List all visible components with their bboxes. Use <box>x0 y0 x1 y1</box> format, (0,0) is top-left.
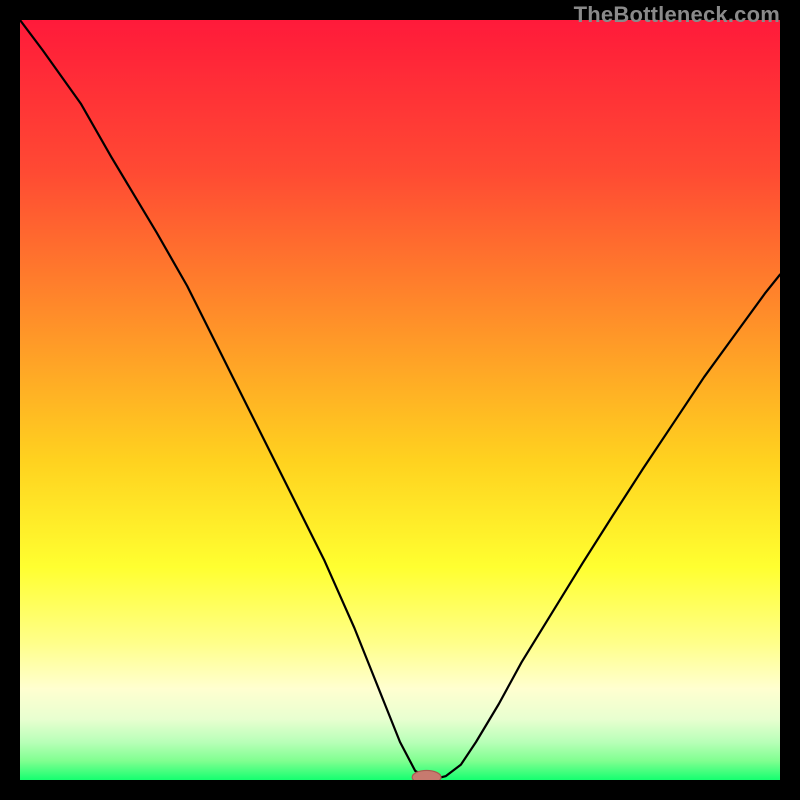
gradient-background <box>20 20 780 780</box>
chart-svg <box>20 20 780 780</box>
watermark-text: TheBottleneck.com <box>574 2 780 28</box>
plot-area <box>20 20 780 780</box>
optimal-marker <box>412 770 441 780</box>
chart-frame: TheBottleneck.com <box>0 0 800 800</box>
